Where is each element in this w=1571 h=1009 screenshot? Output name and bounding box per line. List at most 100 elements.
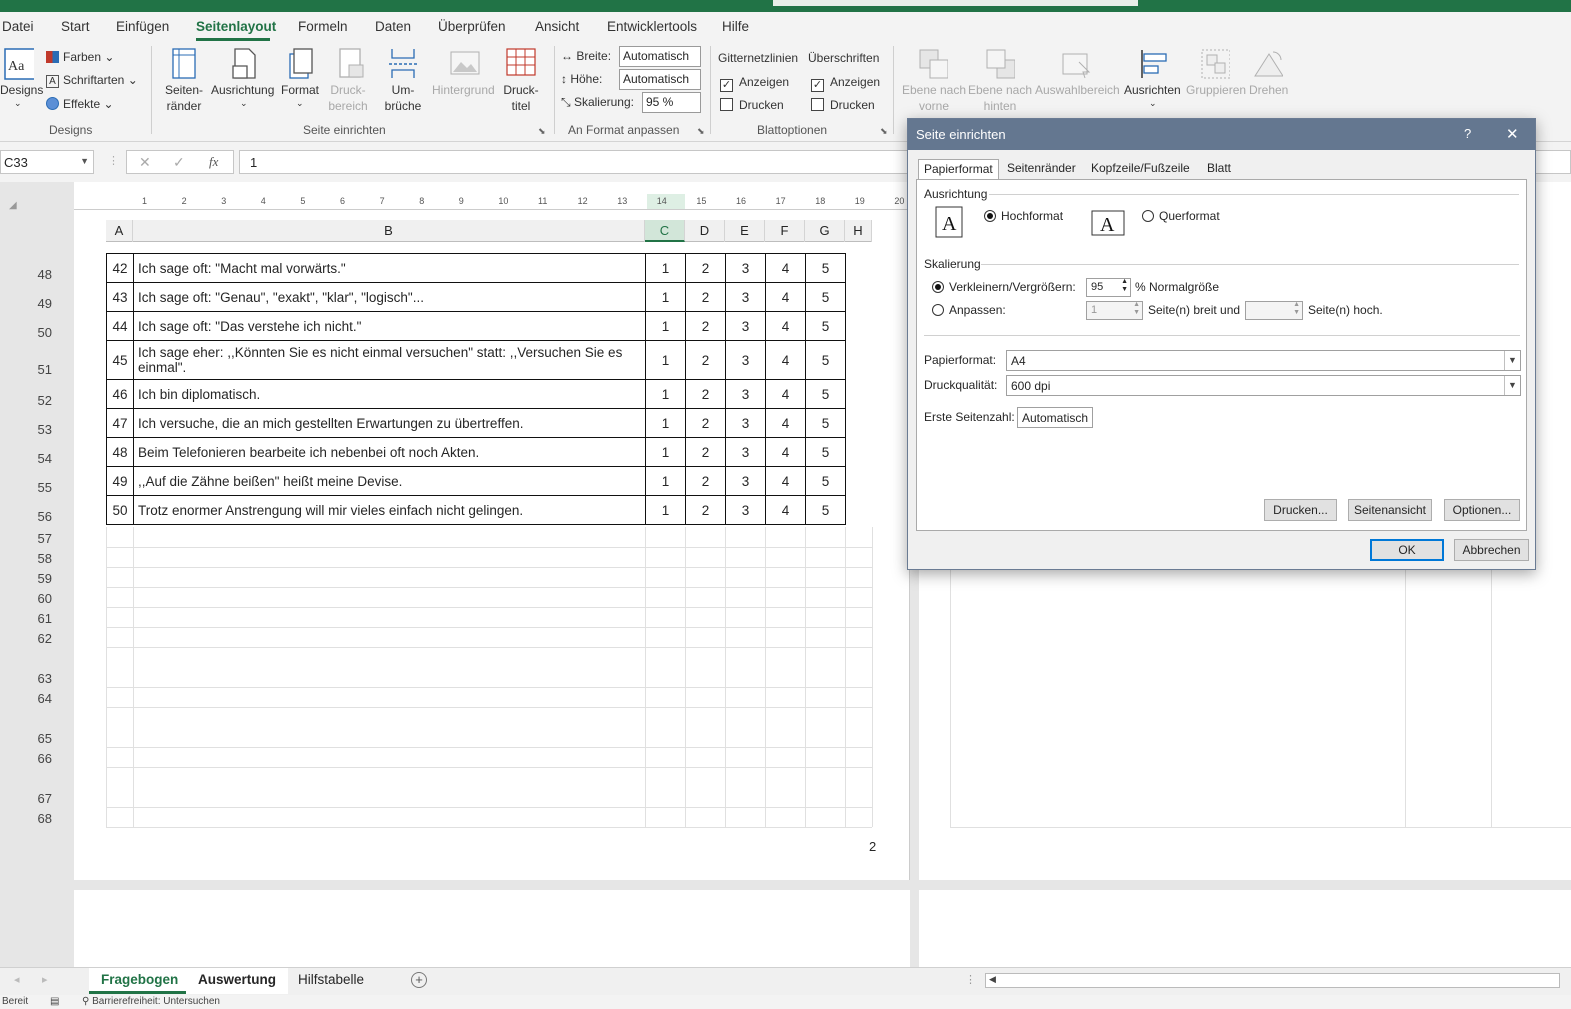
row-number[interactable]: 51	[20, 362, 52, 377]
tab-einfuegen[interactable]: Einfügen	[116, 19, 169, 34]
abbrechen-button[interactable]: Abbrechen	[1454, 539, 1529, 561]
druckqualitaet-select[interactable]: 600 dpi ▼	[1006, 375, 1521, 396]
ueberschriften-drucken-checkbox[interactable]: Drucken	[811, 98, 875, 112]
rating-cell[interactable]: 5	[805, 408, 846, 438]
rating-cell[interactable]: 1	[645, 495, 686, 525]
item-text[interactable]: Ich sage eher: ,,Könnten Sie es nicht ei…	[133, 340, 646, 380]
item-number[interactable]: 42	[106, 253, 134, 283]
item-number[interactable]: 50	[106, 495, 134, 525]
tab-formeln[interactable]: Formeln	[298, 19, 348, 34]
rating-cell[interactable]: 1	[645, 466, 686, 496]
rating-cell[interactable]: 1	[645, 282, 686, 312]
row-number[interactable]: 48	[20, 267, 52, 282]
rating-cell[interactable]: 2	[685, 282, 726, 312]
row-number[interactable]: 52	[20, 393, 52, 408]
row-number[interactable]: 60	[20, 591, 52, 606]
item-number[interactable]: 47	[106, 408, 134, 438]
item-text[interactable]: Trotz enormer Anstrengung will mir viele…	[133, 495, 646, 525]
item-text[interactable]: Ich sage oft: "Das verstehe ich nicht."	[133, 311, 646, 341]
rating-cell[interactable]: 4	[765, 282, 806, 312]
row-number[interactable]: 56	[20, 509, 52, 524]
rating-cell[interactable]: 4	[765, 466, 806, 496]
rating-cell[interactable]: 2	[685, 408, 726, 438]
rating-cell[interactable]: 1	[645, 437, 686, 467]
rating-cell[interactable]: 3	[725, 408, 766, 438]
rating-cell[interactable]: 3	[725, 340, 766, 380]
drucken-button[interactable]: Drucken...	[1264, 499, 1337, 521]
rating-cell[interactable]: 4	[765, 311, 806, 341]
column-header-e[interactable]: E	[725, 220, 765, 242]
tab-entwicklertools[interactable]: Entwicklertools	[607, 19, 697, 34]
rating-cell[interactable]: 4	[765, 253, 806, 283]
rating-cell[interactable]: 5	[805, 253, 846, 283]
column-header-f[interactable]: F	[765, 220, 805, 242]
sheet-tab-auswertung[interactable]: Auswertung	[186, 968, 289, 994]
verkleinern-radio[interactable]: Verkleinern/Vergrößern:	[932, 280, 1076, 294]
help-icon[interactable]: ?	[1464, 126, 1471, 141]
accessibility-status[interactable]: ⚲ Barrierefreiheit: Untersuchen	[82, 996, 220, 1007]
rating-cell[interactable]: 3	[725, 379, 766, 409]
dialog-launcher-icon[interactable]: ⬊	[697, 126, 705, 137]
row-number[interactable]: 62	[20, 631, 52, 646]
row-number[interactable]: 65	[20, 731, 52, 746]
rating-cell[interactable]: 2	[685, 495, 726, 525]
tab-daten[interactable]: Daten	[375, 19, 411, 34]
tab-kopfzeile-fusszeile[interactable]: Kopfzeile/Fußzeile	[1086, 159, 1195, 179]
row-number[interactable]: 66	[20, 751, 52, 766]
column-header-b[interactable]: B	[133, 220, 645, 242]
dialog-launcher-icon[interactable]: ⬊	[880, 126, 888, 137]
search-box[interactable]	[773, 0, 1138, 6]
seitenansicht-button[interactable]: Seitenansicht	[1348, 499, 1432, 521]
item-number[interactable]: 43	[106, 282, 134, 312]
row-number[interactable]: 54	[20, 451, 52, 466]
sheet-tab-hilfstabelle[interactable]: Hilfstabelle	[286, 968, 376, 994]
tab-seitenlayout[interactable]: Seitenlayout	[196, 19, 276, 34]
tab-hilfe[interactable]: Hilfe	[722, 19, 749, 34]
rating-cell[interactable]: 5	[805, 437, 846, 467]
rating-cell[interactable]: 5	[805, 466, 846, 496]
scroll-left-icon[interactable]: ◂	[14, 973, 20, 986]
rating-cell[interactable]: 1	[645, 408, 686, 438]
rating-cell[interactable]: 5	[805, 495, 846, 525]
item-number[interactable]: 46	[106, 379, 134, 409]
name-box[interactable]: C33 ▼	[0, 150, 94, 174]
item-text[interactable]: Beim Telefonieren bearbeite ich nebenbei…	[133, 437, 646, 467]
seiten-breit-spinner[interactable]: 1 ▲ ▼	[1086, 301, 1143, 320]
row-number[interactable]: 53	[20, 422, 52, 437]
rating-cell[interactable]: 2	[685, 466, 726, 496]
gitternetz-drucken-checkbox[interactable]: Drucken	[720, 98, 784, 112]
seiten-hoch-spinner[interactable]: ▲ ▼	[1245, 301, 1303, 320]
cancel-icon[interactable]: ✕	[139, 154, 151, 171]
rating-cell[interactable]: 4	[765, 495, 806, 525]
rating-cell[interactable]: 2	[685, 437, 726, 467]
tab-seitenraender[interactable]: Seitenränder	[1002, 159, 1081, 179]
row-number[interactable]: 59	[20, 571, 52, 586]
rating-cell[interactable]: 5	[805, 311, 846, 341]
tab-ueberpruefen[interactable]: Überprüfen	[438, 19, 506, 34]
item-number[interactable]: 45	[106, 340, 134, 380]
tab-papierformat[interactable]: Papierformat	[918, 159, 999, 179]
item-text[interactable]: Ich sage oft: "Macht mal vorwärts."	[133, 253, 646, 283]
gitternetz-anzeigen-checkbox[interactable]: ✓ Anzeigen	[720, 75, 789, 92]
effekte-button[interactable]: Effekte ⌄	[46, 97, 114, 111]
insert-function-icon[interactable]: fx	[209, 154, 218, 170]
hoehe-dropdown[interactable]: Automatisch	[619, 69, 701, 90]
row-number[interactable]: 64	[20, 691, 52, 706]
add-sheet-icon[interactable]: +	[411, 972, 427, 988]
skalierung-spinner[interactable]: 95 %	[642, 92, 701, 113]
anpassen-radio[interactable]: Anpassen:	[932, 303, 1006, 317]
spin-arrows-icon[interactable]: ▲ ▼	[1133, 301, 1140, 317]
schriftarten-button[interactable]: A Schriftarten ⌄	[46, 73, 138, 88]
item-text[interactable]: Ich versuche, die an mich gestellten Erw…	[133, 408, 646, 438]
rating-cell[interactable]: 1	[645, 379, 686, 409]
rating-cell[interactable]: 1	[645, 253, 686, 283]
rating-cell[interactable]: 5	[805, 379, 846, 409]
rating-cell[interactable]: 3	[725, 282, 766, 312]
row-number[interactable]: 61	[20, 611, 52, 626]
spin-arrows-icon[interactable]: ▲ ▼	[1121, 278, 1128, 294]
querformat-radio[interactable]: Querformat	[1142, 209, 1220, 223]
rating-cell[interactable]: 4	[765, 340, 806, 380]
close-icon[interactable]: ✕	[1506, 125, 1519, 143]
sheet-tab-fragebogen[interactable]: Fragebogen	[89, 968, 191, 994]
column-header-d[interactable]: D	[685, 220, 725, 242]
